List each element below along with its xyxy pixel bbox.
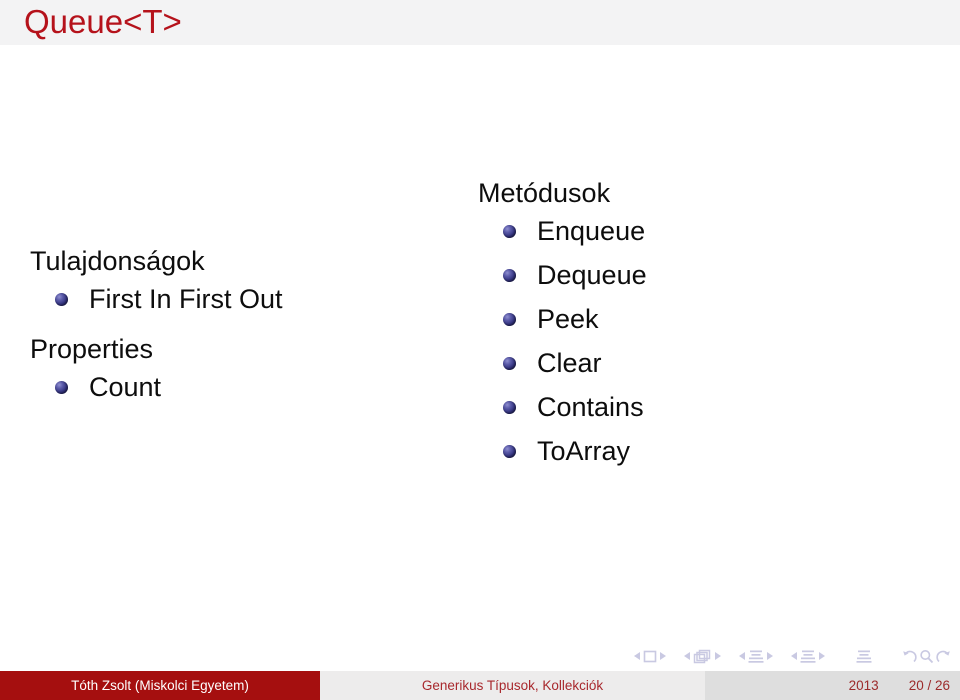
left-triangle-icon[interactable] xyxy=(633,651,641,661)
right-triangle-icon[interactable] xyxy=(659,651,667,661)
block-tulajdonsagok: Tulajdonságok First In First Out xyxy=(30,245,283,321)
bullet-sphere-icon xyxy=(503,313,516,326)
block-heading: Metódusok xyxy=(478,178,611,208)
bullet-sphere-icon xyxy=(55,381,68,394)
document-lines-icon[interactable] xyxy=(856,649,872,664)
list-item-label: Peek xyxy=(537,304,599,334)
subsection-lines-icon[interactable] xyxy=(748,649,764,664)
list-item-label: Enqueue xyxy=(537,216,646,246)
bullet-sphere-icon xyxy=(503,225,516,238)
bullet-sphere-icon xyxy=(55,293,68,306)
list-item-label: Contains xyxy=(537,392,644,422)
right-triangle-icon[interactable] xyxy=(766,651,774,661)
slide-title: Queue<T> xyxy=(24,3,182,40)
slide-body: Tulajdonságok First In First Out Propert… xyxy=(0,45,960,645)
block-heading: Tulajdonságok xyxy=(30,246,205,276)
slide-footer: Tóth Zsolt (Miskolci Egyetem) Generikus … xyxy=(0,671,960,700)
search-icon[interactable] xyxy=(919,649,934,664)
left-triangle-icon[interactable] xyxy=(738,651,746,661)
right-triangle-icon[interactable] xyxy=(714,651,722,661)
list-item-label: First In First Out xyxy=(89,284,283,314)
forward-arrow-icon[interactable] xyxy=(936,649,951,664)
section-lines-icon[interactable] xyxy=(800,649,816,664)
bullet-list: Count xyxy=(55,365,161,409)
beamer-navigation-bar[interactable] xyxy=(632,645,952,667)
footer-author: Tóth Zsolt (Miskolci Egyetem) xyxy=(0,671,320,700)
left-triangle-icon[interactable] xyxy=(790,651,798,661)
footer-page-number: 20 / 26 xyxy=(908,678,950,693)
left-triangle-icon[interactable] xyxy=(683,651,691,661)
list-item: Clear xyxy=(503,341,647,385)
list-item-label: Count xyxy=(89,372,162,402)
right-triangle-icon[interactable] xyxy=(818,651,826,661)
bullet-list: Enqueue Dequeue Peek Clear Contains ToAr… xyxy=(503,209,647,473)
block-heading: Properties xyxy=(30,334,154,364)
bullet-sphere-icon xyxy=(503,269,516,282)
footer-year: 2013 xyxy=(848,678,879,693)
footer-meta: 2013 20 / 26 xyxy=(705,671,960,700)
block-metodusok: Metódusok Enqueue Dequeue Peek Clear Con… xyxy=(478,177,647,473)
slide-title-bar: Queue<T> xyxy=(0,0,960,45)
list-item-label: Clear xyxy=(537,348,602,378)
slide-square-icon[interactable] xyxy=(643,650,657,663)
footer-presentation-title: Generikus Típusok, Kollekciók xyxy=(320,671,705,700)
list-item: Dequeue xyxy=(503,253,647,297)
list-item: ToArray xyxy=(503,429,647,473)
bullet-sphere-icon xyxy=(503,401,516,414)
back-arrow-icon[interactable] xyxy=(902,649,917,664)
list-item: Contains xyxy=(503,385,647,429)
bullet-sphere-icon xyxy=(503,445,516,458)
list-item-label: ToArray xyxy=(537,436,631,466)
list-item: Count xyxy=(55,365,161,409)
frames-stack-icon[interactable] xyxy=(693,649,712,664)
bullet-list: First In First Out xyxy=(55,277,283,321)
block-properties: Properties Count xyxy=(30,333,161,409)
presentation-slide: Queue<T> Tulajdonságok First In First Ou… xyxy=(0,0,960,700)
list-item-label: Dequeue xyxy=(537,260,647,290)
list-item: Peek xyxy=(503,297,647,341)
list-item: Enqueue xyxy=(503,209,647,253)
bullet-sphere-icon xyxy=(503,357,516,370)
list-item: First In First Out xyxy=(55,277,283,321)
